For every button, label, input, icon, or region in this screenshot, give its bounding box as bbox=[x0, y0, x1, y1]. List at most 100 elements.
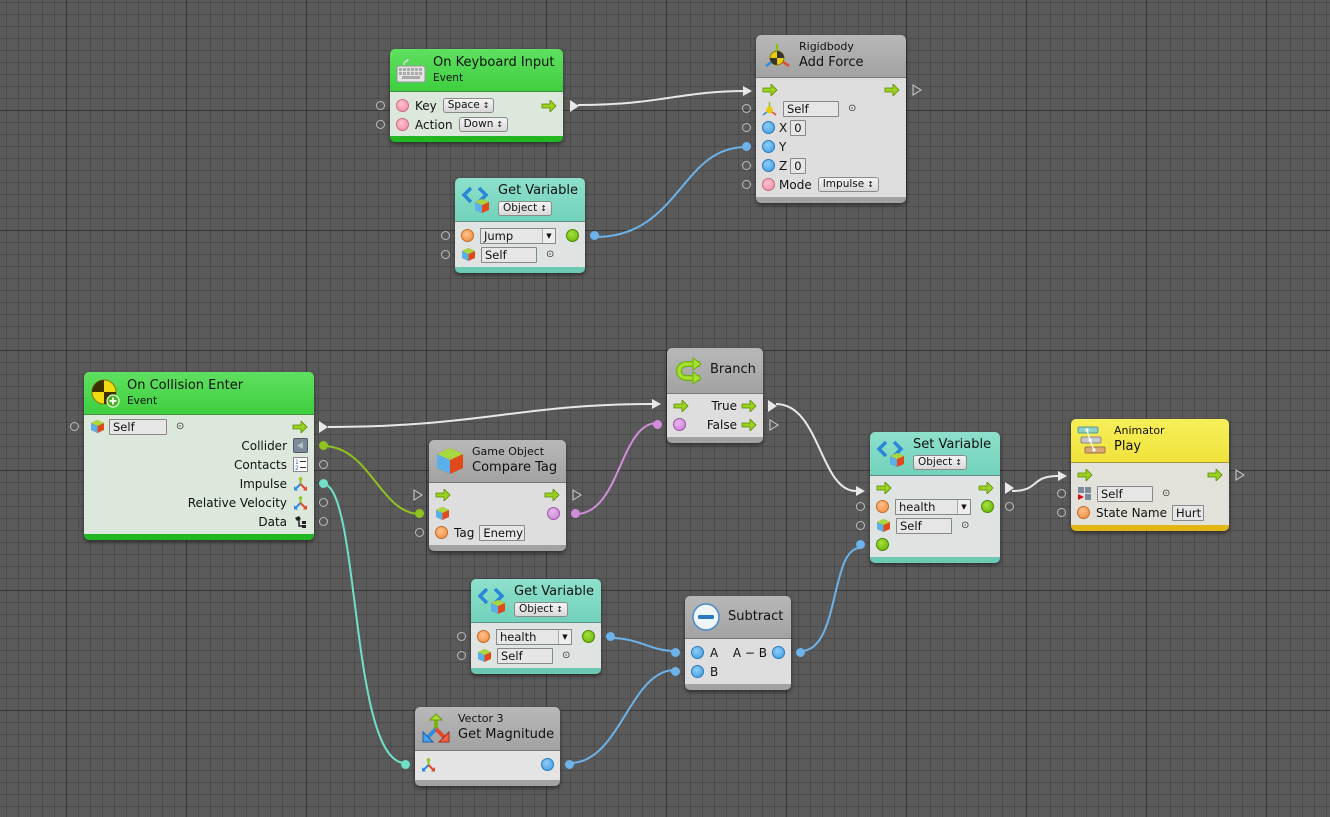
output-socket-result[interactable] bbox=[796, 648, 805, 657]
flow-in-arrow-icon[interactable] bbox=[673, 399, 689, 412]
dropdown-caret-icon[interactable]: ▼ bbox=[957, 499, 970, 514]
flow-out-arrow-icon[interactable] bbox=[292, 420, 308, 433]
variable-name-combo[interactable]: health ▼ bbox=[895, 498, 971, 515]
dropdown-caret-icon[interactable]: ▼ bbox=[558, 629, 571, 644]
flow-out-socket[interactable] bbox=[1005, 482, 1014, 494]
node-header[interactable]: Animator Play bbox=[1071, 419, 1229, 463]
pin-action[interactable] bbox=[396, 118, 409, 131]
node-get-magnitude[interactable]: Vector 3 Get Magnitude bbox=[401, 707, 574, 786]
output-socket-value[interactable] bbox=[1005, 502, 1014, 511]
pin-value-in[interactable] bbox=[876, 538, 889, 551]
target-field[interactable]: Self bbox=[497, 647, 553, 664]
flow-out-arrow-icon[interactable] bbox=[544, 488, 560, 501]
input-socket-target[interactable] bbox=[742, 104, 751, 113]
input-socket-name[interactable] bbox=[856, 502, 865, 511]
false-out-socket[interactable] bbox=[769, 419, 779, 431]
x-field[interactable]: 0 bbox=[790, 119, 807, 136]
target-field[interactable]: Self bbox=[783, 100, 839, 117]
action-dropdown[interactable]: Down ↕ bbox=[458, 117, 509, 132]
wire-setvar-to-animator[interactable] bbox=[1011, 475, 1059, 492]
input-socket-b[interactable] bbox=[671, 667, 680, 676]
output-socket-collider[interactable] bbox=[319, 441, 328, 450]
variable-name-combo[interactable]: health ▼ bbox=[496, 628, 572, 645]
pin-result-out[interactable] bbox=[772, 646, 785, 659]
input-socket-z[interactable] bbox=[742, 161, 751, 170]
variable-name-combo[interactable]: Jump ▼ bbox=[480, 227, 556, 244]
input-socket-target[interactable] bbox=[70, 422, 79, 431]
wire-true-to-setvar[interactable] bbox=[775, 403, 857, 492]
wire-jump-to-y[interactable] bbox=[594, 146, 747, 238]
input-socket-tag[interactable] bbox=[415, 528, 424, 537]
input-socket-name[interactable] bbox=[441, 231, 450, 240]
flow-in-socket[interactable] bbox=[413, 489, 423, 501]
wire-keyboard-to-addforce[interactable] bbox=[577, 90, 747, 106]
pin-name[interactable] bbox=[477, 630, 490, 643]
flow-out-socket[interactable] bbox=[572, 489, 582, 501]
tag-field[interactable]: Enemy bbox=[479, 524, 526, 541]
pin-result-out[interactable] bbox=[541, 758, 554, 771]
node-header[interactable]: Game Object Compare Tag bbox=[429, 440, 566, 483]
output-socket-result[interactable] bbox=[565, 760, 574, 769]
pin-result-out[interactable] bbox=[547, 507, 560, 520]
node-animator-play[interactable]: Animator Play Self ⊙ State Name Hurt bbox=[1057, 419, 1245, 531]
pin-state-name[interactable] bbox=[1077, 506, 1090, 519]
flow-out-arrow-icon[interactable] bbox=[884, 83, 900, 96]
type-dropdown[interactable]: Object ↕ bbox=[913, 455, 967, 470]
node-header[interactable]: Get Variable Object ↕ bbox=[471, 579, 601, 623]
node-branch[interactable]: Branch True False bbox=[653, 348, 779, 443]
pin-value-out[interactable] bbox=[566, 229, 579, 242]
wire-comparetag-to-branch[interactable] bbox=[575, 422, 658, 515]
input-socket-condition[interactable] bbox=[653, 420, 662, 429]
input-socket-vector[interactable] bbox=[401, 760, 410, 769]
flow-out-arrow-icon[interactable] bbox=[541, 99, 557, 112]
flow-out-socket[interactable] bbox=[570, 100, 579, 112]
flow-out-arrow-icon[interactable] bbox=[1207, 468, 1223, 481]
object-picker-icon[interactable]: ⊙ bbox=[1162, 488, 1170, 499]
pin-x[interactable] bbox=[762, 121, 775, 134]
object-picker-icon[interactable]: ⊙ bbox=[848, 103, 856, 114]
flow-out-socket[interactable] bbox=[1235, 469, 1245, 481]
object-picker-icon[interactable]: ⊙ bbox=[176, 421, 184, 432]
node-header[interactable]: Branch bbox=[667, 348, 763, 394]
node-header[interactable]: Subtract bbox=[685, 596, 791, 639]
flow-in-arrow-icon[interactable] bbox=[876, 481, 892, 494]
target-field[interactable]: Self bbox=[481, 246, 537, 263]
pin-name[interactable] bbox=[461, 229, 474, 242]
object-picker-icon[interactable]: ⊙ bbox=[562, 650, 570, 661]
target-field[interactable]: Self bbox=[109, 418, 167, 435]
flow-out-socket[interactable] bbox=[319, 421, 328, 433]
node-header[interactable]: Get Variable Object ↕ bbox=[455, 178, 585, 222]
node-set-variable[interactable]: Set Variable Object ↕ health ▼ Self ⊙ bbox=[856, 432, 1014, 563]
mode-dropdown[interactable]: Impulse ↕ bbox=[817, 177, 879, 192]
node-on-collision-enter[interactable]: On Collision Enter Event Self ⊙ Collider… bbox=[70, 372, 328, 540]
state-name-field[interactable]: Hurt bbox=[1171, 504, 1204, 521]
flow-in-arrow-icon[interactable] bbox=[1077, 468, 1093, 481]
node-header[interactable]: Set Variable Object ↕ bbox=[870, 432, 1000, 476]
type-dropdown[interactable]: Object ↕ bbox=[498, 201, 552, 216]
pin-tag[interactable] bbox=[435, 526, 448, 539]
output-socket-impulse[interactable] bbox=[319, 479, 328, 488]
node-subtract[interactable]: Subtract A A − B B bbox=[671, 596, 805, 690]
node-get-variable-jump[interactable]: Get Variable Object ↕ Jump ▼ Self ⊙ bbox=[441, 178, 599, 273]
type-dropdown[interactable]: Object ↕ bbox=[514, 602, 568, 617]
pin-name[interactable] bbox=[876, 500, 889, 513]
input-socket-target[interactable] bbox=[415, 509, 424, 518]
flow-in-arrow-icon[interactable] bbox=[435, 488, 451, 501]
target-field[interactable]: Self bbox=[1097, 485, 1153, 502]
wire-subtract-to-setvar[interactable] bbox=[800, 547, 861, 652]
input-socket-target[interactable] bbox=[1057, 489, 1066, 498]
input-socket-name[interactable] bbox=[457, 632, 466, 641]
true-out-socket[interactable] bbox=[768, 400, 777, 412]
node-compare-tag[interactable]: Game Object Compare Tag Tag Enemy bbox=[413, 440, 582, 551]
pin-value-out[interactable] bbox=[981, 500, 994, 513]
input-socket-action[interactable] bbox=[376, 120, 385, 129]
node-header[interactable]: Rigidbody Add Force bbox=[756, 35, 906, 78]
flow-out-arrow-icon[interactable] bbox=[978, 481, 994, 494]
node-header[interactable]: Vector 3 Get Magnitude bbox=[415, 707, 560, 751]
output-socket-value[interactable] bbox=[590, 231, 599, 240]
input-socket-y[interactable] bbox=[742, 142, 751, 151]
input-socket-target[interactable] bbox=[441, 250, 450, 259]
object-picker-icon[interactable]: ⊙ bbox=[546, 249, 554, 260]
input-socket-target[interactable] bbox=[856, 521, 865, 530]
output-socket-result[interactable] bbox=[571, 509, 580, 518]
